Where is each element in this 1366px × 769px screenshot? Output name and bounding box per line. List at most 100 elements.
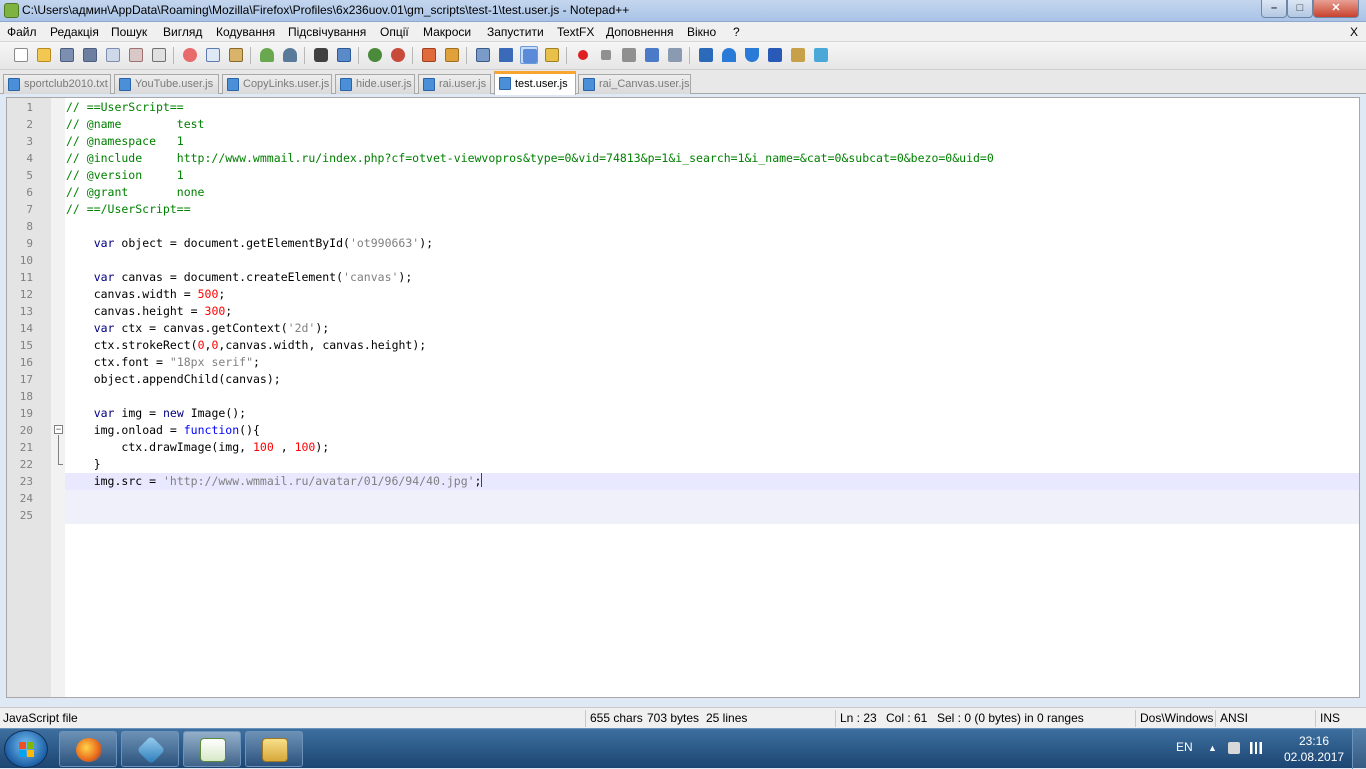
code-line[interactable]: 18 — [7, 388, 1359, 405]
network-signal-icon[interactable] — [1250, 742, 1262, 754]
code-line[interactable]: 12 canvas.width = 500; — [7, 286, 1359, 303]
close-button[interactable]: ✕ — [1313, 0, 1359, 18]
tab-test-active[interactable]: test.user.js — [494, 71, 576, 95]
menu-search[interactable]: Пошук — [111, 25, 147, 39]
new-file-icon[interactable] — [12, 46, 30, 64]
user-language-icon[interactable] — [543, 46, 561, 64]
code-line[interactable]: 16 ctx.font = "18px serif"; — [7, 354, 1359, 371]
tab-hide[interactable]: hide.user.js — [335, 74, 415, 94]
code-line[interactable]: 13 canvas.height = 300; — [7, 303, 1359, 320]
code-line[interactable]: 8 — [7, 218, 1359, 235]
code-line[interactable]: 23 img.src = 'http://www.wmmail.ru/avata… — [7, 473, 1359, 490]
code-text: // @namespace 1 — [66, 134, 184, 148]
tab-sportclub2010[interactable]: sportclub2010.txt — [3, 74, 111, 94]
show-desktop-button[interactable] — [1352, 729, 1366, 769]
start-button[interactable] — [4, 730, 48, 768]
code-line[interactable]: 15 ctx.strokeRect(0,0,canvas.width, canv… — [7, 337, 1359, 354]
move-down-icon[interactable] — [743, 46, 761, 64]
macro-save-icon[interactable] — [666, 46, 684, 64]
textfx-icon-3[interactable] — [789, 46, 807, 64]
code-line[interactable]: 10 — [7, 252, 1359, 269]
menu-textfx[interactable]: TextFX — [557, 25, 594, 39]
code-line[interactable]: 14 var ctx = canvas.getContext('2d'); — [7, 320, 1359, 337]
zoom-in-icon[interactable] — [366, 46, 384, 64]
code-line[interactable]: 6 // @grant none — [7, 184, 1359, 201]
redo-icon[interactable] — [281, 46, 299, 64]
textfx-icon-1[interactable] — [697, 46, 715, 64]
code-line[interactable]: 19 var img = new Image(); — [7, 405, 1359, 422]
code-line[interactable]: 11 var canvas = document.createElement('… — [7, 269, 1359, 286]
maximize-button[interactable]: □ — [1287, 0, 1313, 18]
code-line[interactable]: 20 img.onload = function(){ — [7, 422, 1359, 439]
code-line[interactable]: 17 object.appendChild(canvas); — [7, 371, 1359, 388]
clock[interactable]: 23:16 02.08.2017 — [1284, 733, 1344, 765]
taskbar-file-explorer[interactable] — [245, 731, 303, 767]
menu-run[interactable]: Запустити — [487, 25, 544, 39]
copy-icon[interactable] — [204, 46, 222, 64]
code-line[interactable]: 4 // @include http://www.wmmail.ru/index.… — [7, 150, 1359, 167]
code-line[interactable]: 21 ctx.drawImage(img, 100 , 100); — [7, 439, 1359, 456]
textfx-icon-2[interactable] — [766, 46, 784, 64]
undo-icon[interactable] — [258, 46, 276, 64]
language-indicator[interactable]: EN — [1176, 740, 1193, 754]
status-lines: 25 lines — [706, 711, 748, 725]
tab-youtube[interactable]: YouTube.user.js — [114, 74, 219, 94]
tab-rai[interactable]: rai.user.js — [418, 74, 491, 94]
menu-view[interactable]: Вигляд — [163, 25, 202, 39]
menu-language[interactable]: Підсвічування — [288, 25, 366, 39]
menu-help[interactable]: ? — [733, 25, 740, 39]
macro-play-icon[interactable] — [620, 46, 638, 64]
code-editor[interactable]: − 1// ==UserScript== 2// @name test 3// @n… — [6, 97, 1360, 698]
file-saved-icon — [340, 78, 352, 91]
find-icon[interactable] — [312, 46, 330, 64]
tab-rai-canvas[interactable]: rai_Canvas.user.js — [578, 74, 691, 94]
menu-encoding[interactable]: Кодування — [216, 25, 275, 39]
sync-vertical-icon[interactable] — [420, 46, 438, 64]
macro-record-icon[interactable] — [574, 46, 592, 64]
file-saved-icon — [227, 78, 239, 91]
taskbar: EN ▲ 23:16 02.08.2017 — [0, 728, 1366, 769]
code-line[interactable]: 5 // @version 1 — [7, 167, 1359, 184]
save-icon[interactable] — [58, 46, 76, 64]
cut-icon[interactable] — [181, 46, 199, 64]
code-line[interactable]: 7 // ==/UserScript== — [7, 201, 1359, 218]
close-all-icon[interactable] — [127, 46, 145, 64]
menu-macro[interactable]: Макроси — [423, 25, 471, 39]
code-line[interactable]: 22 } — [7, 456, 1359, 473]
print-icon[interactable] — [150, 46, 168, 64]
word-wrap-icon[interactable] — [474, 46, 492, 64]
code-line[interactable]: 9 var object = document.getElementById('… — [7, 235, 1359, 252]
spell-check-icon[interactable] — [812, 46, 830, 64]
speaker-muted-icon[interactable] — [1228, 742, 1240, 754]
menu-settings[interactable]: Опції — [380, 25, 409, 39]
macro-stop-icon[interactable] — [597, 46, 615, 64]
tab-copylinks[interactable]: CopyLinks.user.js — [222, 74, 332, 94]
replace-icon[interactable] — [335, 46, 353, 64]
taskbar-firefox[interactable] — [59, 731, 117, 767]
save-all-icon[interactable] — [81, 46, 99, 64]
menu-edit[interactable]: Редакція — [50, 25, 99, 39]
menu-file[interactable]: Файл — [7, 25, 37, 39]
taskbar-notepad-plus-plus[interactable] — [183, 731, 241, 767]
move-up-icon[interactable] — [720, 46, 738, 64]
menu-window[interactable]: Вікно — [687, 25, 716, 39]
paste-icon[interactable] — [227, 46, 245, 64]
macro-run-multiple-icon[interactable] — [643, 46, 661, 64]
close-document-button[interactable]: X — [1350, 25, 1358, 39]
code-line[interactable]: 2 // @name test — [7, 116, 1359, 133]
show-all-chars-icon[interactable] — [497, 46, 515, 64]
open-file-icon[interactable] — [35, 46, 53, 64]
show-hidden-icons-icon[interactable]: ▲ — [1208, 743, 1217, 753]
code-line[interactable]: 3 // @namespace 1 — [7, 133, 1359, 150]
close-file-icon[interactable] — [104, 46, 122, 64]
minimize-button[interactable]: – — [1261, 0, 1287, 18]
code-line[interactable]: 1 // ==UserScript== — [7, 99, 1359, 116]
virtualbox-icon — [136, 735, 166, 765]
zoom-out-icon[interactable] — [389, 46, 407, 64]
indent-guide-icon[interactable] — [520, 46, 538, 64]
sync-horizontal-icon[interactable] — [443, 46, 461, 64]
code-line[interactable]: 25 — [7, 507, 1359, 524]
code-line[interactable]: 24 — [7, 490, 1359, 507]
menu-plugins[interactable]: Доповнення — [606, 25, 674, 39]
taskbar-virtualbox[interactable] — [121, 731, 179, 767]
